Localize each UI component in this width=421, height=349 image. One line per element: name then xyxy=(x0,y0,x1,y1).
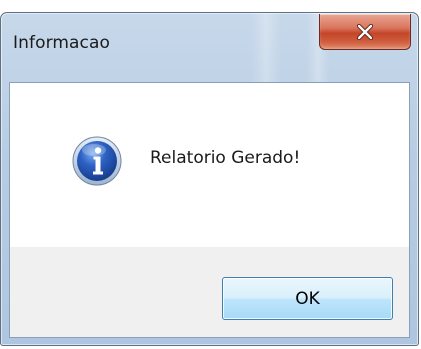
window-title: Informacao xyxy=(13,33,111,53)
message-area: Relatorio Gerado! xyxy=(10,83,409,247)
ok-button[interactable]: OK xyxy=(222,277,393,320)
information-icon xyxy=(72,136,122,186)
dialog-client-area: Relatorio Gerado! OK xyxy=(9,82,410,338)
dialog-message: Relatorio Gerado! xyxy=(150,148,301,168)
close-button[interactable] xyxy=(319,14,411,50)
close-x-icon xyxy=(356,23,374,40)
dialog-window: Informacao Relatorio Gerado! OK xyxy=(0,12,419,346)
title-bar[interactable]: Informacao xyxy=(1,13,418,81)
button-bar: OK xyxy=(10,247,409,337)
